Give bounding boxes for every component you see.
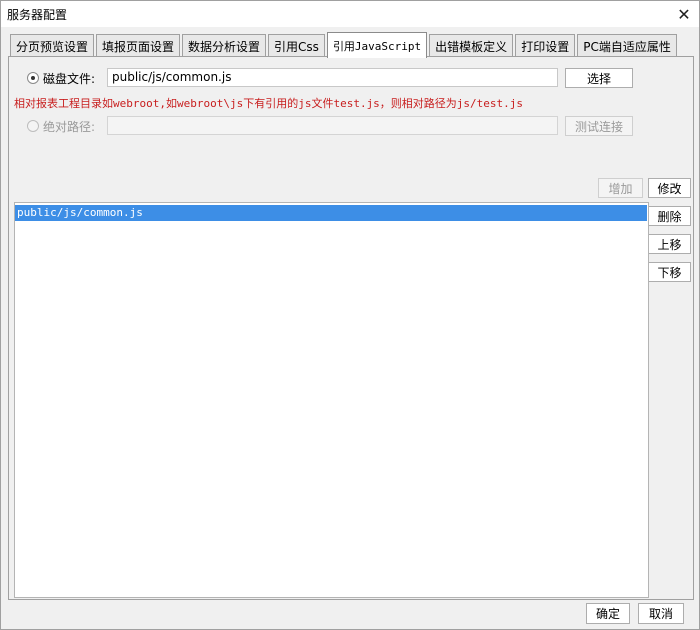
absolute-path-radio[interactable]: [27, 120, 39, 132]
tab-error-template[interactable]: 出错模板定义: [429, 34, 514, 57]
move-up-button[interactable]: 上移: [648, 234, 691, 254]
move-down-button[interactable]: 下移: [648, 262, 691, 282]
disk-file-radio[interactable]: [27, 72, 39, 84]
absolute-path-label: 绝对路径:: [43, 120, 96, 134]
tab-print[interactable]: 打印设置: [515, 34, 576, 57]
server-config-dialog: 服务器配置 ✕ 分页预览设置 填报页面设置 数据分析设置 引用Css 引用Jav…: [0, 0, 700, 630]
tab-pc-adaptive[interactable]: PC端自适应属性: [577, 34, 677, 57]
javascript-panel: 磁盘文件: public/js/common.js 选择 相对报表工程目录如we…: [8, 56, 694, 600]
list-item[interactable]: public/js/common.js: [15, 205, 647, 221]
disk-file-input[interactable]: public/js/common.js: [107, 68, 558, 87]
add-button[interactable]: 增加: [598, 178, 643, 198]
tab-javascript[interactable]: 引用JavaScript: [326, 32, 428, 58]
dialog-title: 服务器配置: [7, 8, 68, 22]
tab-bar: 分页预览设置 填报页面设置 数据分析设置 引用Css 引用JavaScript …: [10, 32, 677, 58]
js-file-list[interactable]: public/js/common.js: [14, 202, 649, 598]
tab-page-preview[interactable]: 分页预览设置: [10, 34, 95, 57]
ok-button[interactable]: 确定: [586, 603, 630, 624]
disk-file-label: 磁盘文件:: [43, 72, 96, 86]
delete-button[interactable]: 删除: [648, 206, 691, 226]
title-bar: 服务器配置 ✕: [1, 1, 699, 27]
close-icon[interactable]: ✕: [669, 1, 699, 27]
tab-css[interactable]: 引用Css: [268, 34, 325, 57]
select-button[interactable]: 选择: [565, 68, 633, 88]
test-connection-button[interactable]: 测试连接: [565, 116, 633, 136]
absolute-path-input[interactable]: [107, 116, 558, 135]
path-hint: 相对报表工程目录如webroot,如webroot\js下有引用的js文件tes…: [14, 97, 524, 110]
cancel-button[interactable]: 取消: [638, 603, 684, 624]
tab-data-analysis[interactable]: 数据分析设置: [182, 34, 267, 57]
edit-button[interactable]: 修改: [648, 178, 691, 198]
tab-fill-page[interactable]: 填报页面设置: [96, 34, 181, 57]
